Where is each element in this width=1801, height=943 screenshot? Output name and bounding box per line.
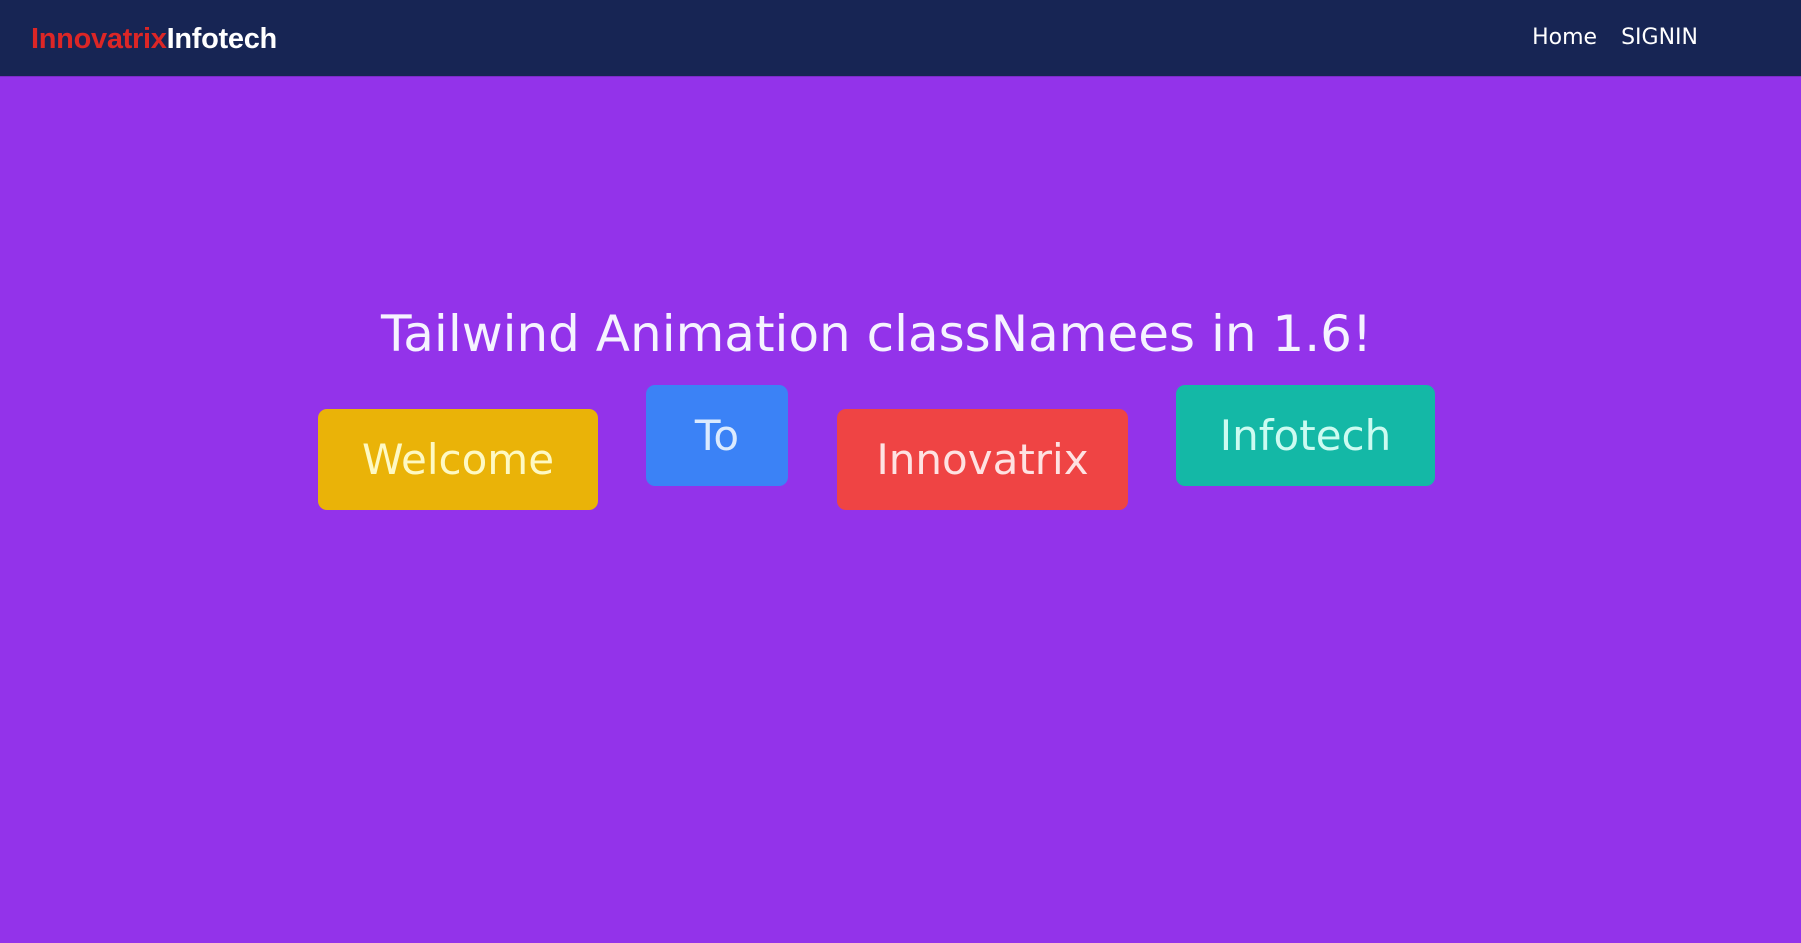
top-navbar: InnovatrixInfotech Home SIGNIN (0, 0, 1801, 76)
tile-infotech[interactable]: Infotech (1176, 385, 1435, 486)
logo-part-innovatrix: Innovatrix (31, 23, 167, 55)
nav-link-home[interactable]: Home (1532, 23, 1597, 53)
page-title: Tailwind Animation classNamees in 1.6! (381, 305, 1372, 363)
nav-links: Home SIGNIN (1532, 23, 1698, 53)
tile-to[interactable]: To (646, 385, 788, 486)
brand-logo[interactable]: InnovatrixInfotech (31, 21, 277, 57)
tile-welcome[interactable]: Welcome (318, 409, 598, 510)
logo-part-infotech: Infotech (166, 23, 278, 55)
tile-innovatrix[interactable]: Innovatrix (837, 409, 1128, 510)
nav-link-signin[interactable]: SIGNIN (1621, 23, 1698, 53)
